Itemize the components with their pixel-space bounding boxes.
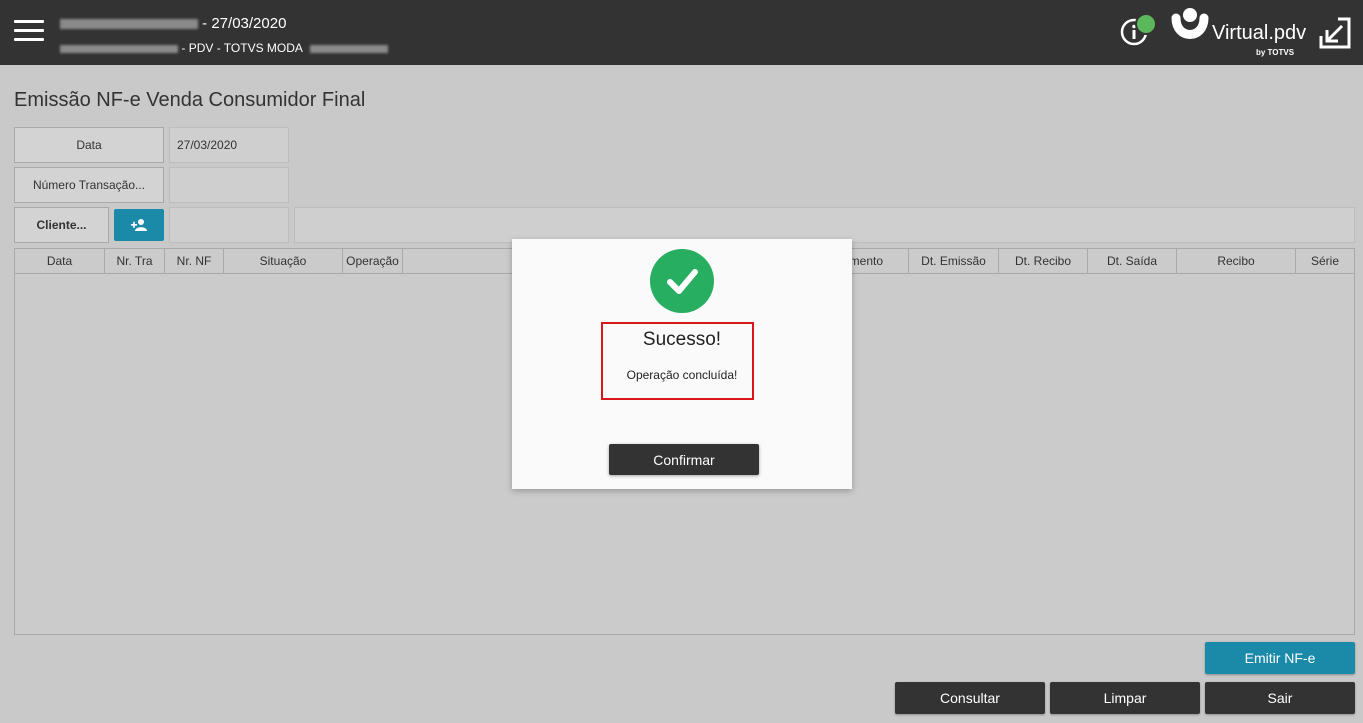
col-situacao[interactable]: Situação xyxy=(224,249,343,273)
numero-transacao-field[interactable] xyxy=(169,167,289,203)
sair-button[interactable]: Sair xyxy=(1205,682,1355,714)
col-dt-recibo[interactable]: Dt. Recibo xyxy=(999,249,1088,273)
dialog-title: Sucesso! xyxy=(642,329,722,350)
col-nr-tra[interactable]: Nr. Tra xyxy=(105,249,165,273)
header-operator-line: - 27/03/2020 xyxy=(60,15,286,32)
col-dt-saida[interactable]: Dt. Saída xyxy=(1088,249,1177,273)
consultar-button[interactable]: Consultar xyxy=(895,682,1045,714)
status-dot xyxy=(1135,13,1157,35)
dialog-message: Operação concluída! xyxy=(626,368,738,382)
menu-icon[interactable] xyxy=(14,20,44,44)
top-bar: - 27/03/2020 - PDV - TOTVS MODA Virtual.… xyxy=(0,0,1363,65)
col-recibo[interactable]: Recibo xyxy=(1177,249,1296,273)
logo-mark-icon xyxy=(1171,8,1209,39)
success-dialog: Sucesso! Operação concluída! Confirmar xyxy=(512,239,852,489)
header-subtitle: PDV - TOTVS MODA xyxy=(188,41,303,55)
success-check-icon xyxy=(650,249,714,313)
col-dt-emissao[interactable]: Dt. Emissão xyxy=(909,249,999,273)
add-person-icon xyxy=(131,219,147,231)
cliente-name-field xyxy=(294,207,1355,243)
emitir-nfe-button[interactable]: Emitir NF-e xyxy=(1205,642,1355,674)
logo-by-text: by TOTVS xyxy=(1256,48,1295,57)
limpar-button[interactable]: Limpar xyxy=(1050,682,1200,714)
col-data[interactable]: Data xyxy=(15,249,105,273)
exit-fullscreen-icon[interactable] xyxy=(1318,16,1352,50)
virtualpdv-logo: Virtual.pdv by TOTVS xyxy=(1170,6,1307,61)
page-title: Emissão NF-e Venda Consumidor Final xyxy=(14,89,366,111)
redacted-location xyxy=(309,44,388,53)
data-field[interactable]: 27/03/2020 xyxy=(169,127,289,163)
check-icon xyxy=(667,269,698,294)
cliente-code-field[interactable] xyxy=(169,207,289,243)
col-serie[interactable]: Série xyxy=(1296,249,1354,273)
logo-brand-text: Virtual.pdv xyxy=(1212,22,1307,44)
col-operacao[interactable]: Operação xyxy=(343,249,403,273)
numero-transacao-button[interactable]: Número Transação... xyxy=(14,167,164,203)
redacted-store xyxy=(60,44,178,53)
cliente-button[interactable]: Cliente... xyxy=(14,207,109,243)
confirm-button[interactable]: Confirmar xyxy=(609,444,759,475)
header-date: 27/03/2020 xyxy=(211,15,287,32)
add-client-button[interactable] xyxy=(114,209,164,241)
redacted-name xyxy=(60,19,198,30)
header-store-line: - PDV - TOTVS MODA xyxy=(60,41,388,55)
col-nr-nf[interactable]: Nr. NF xyxy=(165,249,224,273)
data-label-button[interactable]: Data xyxy=(14,127,164,163)
